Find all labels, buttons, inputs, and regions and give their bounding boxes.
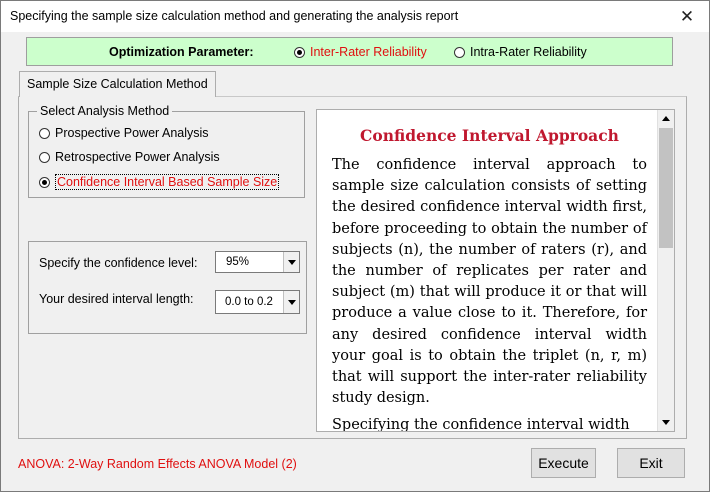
retrospective-power-label: Retrospective Power Analysis — [55, 150, 220, 164]
inter-rater-label: Inter-Rater Reliability — [310, 45, 427, 59]
interval-length-label: Your desired interval length: — [39, 292, 194, 306]
confidence-level-select[interactable]: 95% — [215, 251, 300, 273]
prospective-power-radio[interactable]: Prospective Power Analysis — [39, 126, 209, 140]
select-analysis-method-group: Select Analysis Method Prospective Power… — [28, 104, 305, 198]
dropdown-arrow-icon[interactable] — [283, 291, 299, 313]
document-paragraph-2: Specifying the confidence interval width — [332, 417, 630, 432]
document-paragraph: The confidence interval approach to samp… — [332, 157, 647, 407]
radio-selected-icon — [39, 176, 50, 188]
confidence-level-value: 95% — [226, 256, 250, 268]
intra-rater-radio[interactable]: Intra-Rater Reliability — [454, 45, 587, 59]
confidence-interval-radio[interactable]: Confidence Interval Based Sample Size — [39, 174, 280, 190]
intra-rater-label: Intra-Rater Reliability — [470, 45, 587, 59]
dropdown-arrow-icon[interactable] — [283, 252, 299, 272]
radio-unselected-icon — [454, 46, 465, 58]
scroll-up-icon[interactable] — [658, 110, 674, 127]
confidence-settings-box: Specify the confidence level: 95% Your d… — [28, 241, 307, 334]
confidence-level-label: Specify the confidence level: — [39, 256, 198, 270]
optimization-parameter-bar: Optimization Parameter: Inter-Rater Reli… — [26, 37, 673, 66]
anova-model-status: ANOVA: 2-Way Random Effects ANOVA Model … — [18, 457, 297, 471]
interval-length-select[interactable]: 0.0 to 0.2 — [215, 290, 300, 314]
optimization-parameter-label: Optimization Parameter: — [109, 45, 254, 59]
help-document-content: Confidence Interval Approach The confide… — [332, 126, 647, 432]
dialog-window: Specifying the sample size calculation m… — [0, 0, 710, 492]
scrollbar-thumb[interactable] — [659, 128, 673, 248]
tab-sample-size-calculation-method[interactable]: Sample Size Calculation Method — [19, 71, 216, 97]
retrospective-power-radio[interactable]: Retrospective Power Analysis — [39, 150, 220, 164]
radio-selected-icon — [294, 46, 305, 58]
interval-length-value: 0.0 to 0.2 — [225, 296, 273, 308]
title-bar: Specifying the sample size calculation m… — [1, 1, 709, 32]
document-title: Confidence Interval Approach — [360, 126, 619, 145]
radio-unselected-icon — [39, 127, 50, 139]
execute-button[interactable]: Execute — [531, 448, 596, 478]
radio-unselected-icon — [39, 151, 50, 163]
group-title: Select Analysis Method — [37, 104, 173, 118]
vertical-scrollbar[interactable] — [657, 110, 674, 431]
scroll-down-icon[interactable] — [658, 414, 674, 431]
window-title: Specifying the sample size calculation m… — [10, 9, 459, 23]
confidence-interval-label: Confidence Interval Based Sample Size — [55, 174, 280, 190]
prospective-power-label: Prospective Power Analysis — [55, 126, 209, 140]
inter-rater-radio[interactable]: Inter-Rater Reliability — [294, 45, 427, 59]
help-document-pane[interactable]: Confidence Interval Approach The confide… — [316, 109, 675, 432]
close-icon[interactable]: ✕ — [665, 1, 709, 32]
exit-button[interactable]: Exit — [617, 448, 685, 478]
